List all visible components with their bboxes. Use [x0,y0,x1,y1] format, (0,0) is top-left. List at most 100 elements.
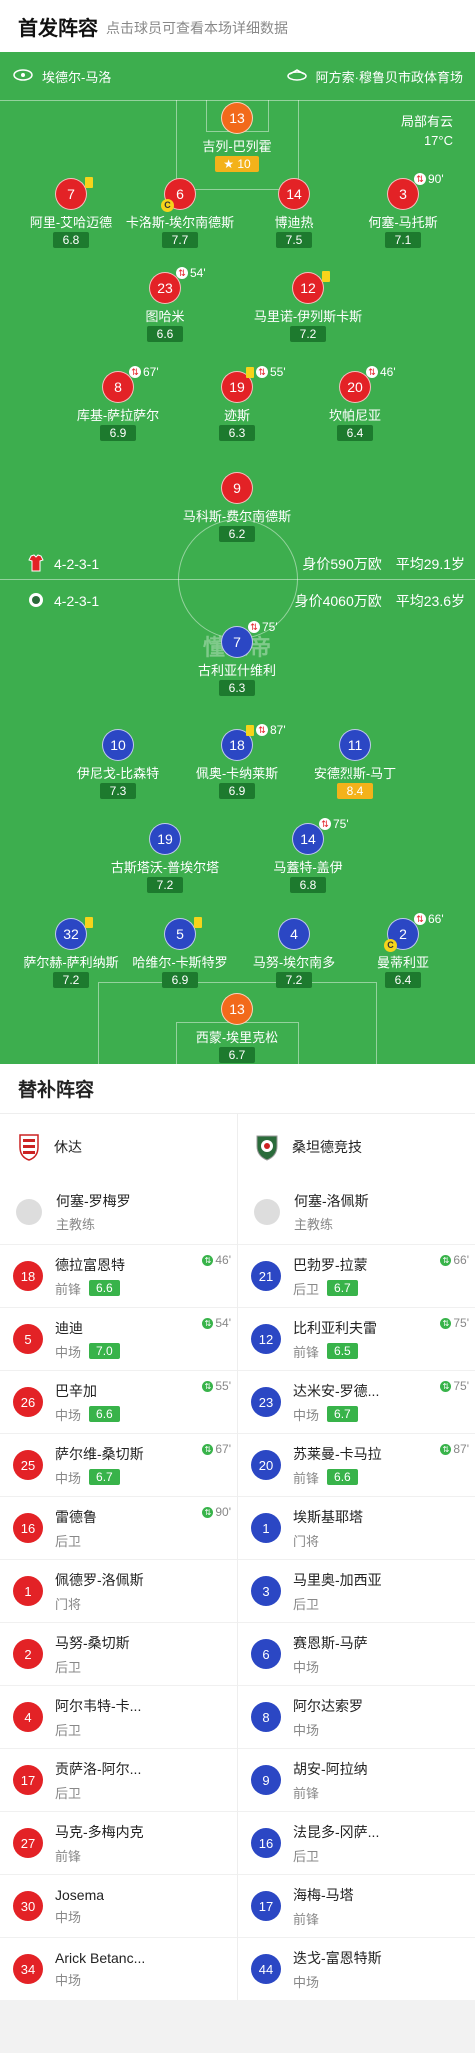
away-formation: 4-2-3-1 [54,593,100,609]
player-rating: 6.4 [337,425,373,441]
sub-player-row[interactable]: 30 Josema 中场 [0,1874,237,1937]
sub-player-name: 迭戈-富恩特斯 [293,1949,382,1966]
sub-player-name: 苏莱曼-卡马拉 [293,1445,382,1462]
home-venue-side: 埃德尔-马洛 [12,67,111,86]
player-home-am3[interactable]: 20 ⇅ 46' 坎帕尼亚 6.4 [280,365,430,442]
sub-player-name: 海梅-马塔 [293,1886,354,1903]
sub-player-row[interactable]: 17 海梅-马塔 前锋 [238,1874,475,1937]
sub-player-row[interactable]: 26 巴辛加 中场 6.6 ⇅ 55' [0,1370,237,1433]
sub-player-row[interactable]: 4 阿尔韦特-卡... 后卫 [0,1685,237,1748]
sub-badge: ⇅ 54' [176,266,206,280]
player-number: 4 [278,918,310,950]
sub-player-position: 中场 [55,1344,82,1360]
player-name: 西蒙-埃里克松 [195,1030,279,1045]
lineup-header: 首发阵容 点击球员可查看本场详细数据 [0,0,475,52]
subs-panel: 休达 何塞-罗梅罗 主教练 18 德拉富恩特 前锋 6.6 ⇅ 46' 5 迪迪 中场 7.0 ⇅ 5… [0,1114,475,2000]
coach-name: 何塞-罗梅罗 [56,1192,131,1209]
sub-player-rating: 6.5 [327,1343,358,1359]
sub-player-row[interactable]: 21 巴勃罗-拉蒙 后卫 6.7 ⇅ 66' [238,1244,475,1307]
sub-player-number: 21 [251,1261,281,1291]
away-team-name: 桑坦德竞技 [292,1138,362,1155]
sub-player-name: 雷德鲁 [55,1508,97,1525]
home-value: 身价590万欧 [302,556,382,572]
sub-player-row[interactable]: 8 阿尔达索罗 中场 [238,1685,475,1748]
player-home-rb[interactable]: 3 ⇅ 90' 何塞-马托斯 7.1 [328,172,475,249]
player-name: 马蓋特-盖伊 [273,860,343,875]
sub-player-row[interactable]: 16 法昆多-冈萨... 后卫 [238,1811,475,1874]
sub-player-number: 12 [251,1324,281,1354]
player-number: 12 [300,280,316,296]
sub-player-row[interactable]: 2 马努-桑切斯 后卫 [0,1622,237,1685]
player-rating: ★ 10 [215,156,259,172]
sub-badge: ⇅ 75' [319,817,349,831]
sub-player-row[interactable]: 44 迭戈-富恩特斯 中场 [238,1937,475,2000]
sub-player-row[interactable]: 16 雷德鲁 后卫 ⇅ 90' [0,1496,237,1559]
player-home-st[interactable]: 9 马科斯-费尔南德斯 6.2 [162,472,312,543]
player-away-rb[interactable]: 2 C ⇅ 66' 曼蒂利亚 6.4 [328,912,475,989]
sub-player-row[interactable]: 25 萨尔维-桑切斯 中场 6.7 ⇅ 67' [0,1433,237,1496]
player-away-dm2[interactable]: 14 ⇅ 75' 马蓋特-盖伊 6.8 [233,817,383,894]
sub-player-number: 18 [13,1261,43,1291]
away-coach-row[interactable]: 何塞-洛佩斯 主教练 [238,1179,475,1244]
sub-player-position: 前锋 [293,1785,320,1801]
player-name: 吉列-巴列霍 [202,139,272,154]
sub-player-row[interactable]: 9 胡安-阿拉纳 前锋 [238,1748,475,1811]
player-number: 8 [114,379,122,395]
player-away-gk[interactable]: 13 西蒙-埃里克松 6.7 [162,993,312,1064]
home-coach-row[interactable]: 何塞-罗梅罗 主教练 [0,1179,237,1244]
sub-player-row[interactable]: 20 苏莱曼-卡马拉 前锋 6.6 ⇅ 87' [238,1433,475,1496]
sub-player-row[interactable]: 3 马里奥-加西亚 后卫 [238,1559,475,1622]
sub-player-position: 前锋 [293,1344,320,1360]
player-number: 19 [149,823,181,855]
player-rating: 6.8 [53,232,89,248]
sub-player-row[interactable]: 5 迪迪 中场 7.0 ⇅ 54' [0,1307,237,1370]
player-rating: 6.8 [290,877,326,893]
sub-player-name: 迪迪 [55,1319,83,1336]
sub-player-position: 后卫 [55,1533,82,1549]
sub-player-number: 20 [251,1450,281,1480]
stadium-label: 阿方索·穆鲁贝市政体育场 [315,69,463,85]
player-number: 32 [63,926,79,942]
sub-player-name: Arick Betanc... [55,1949,146,1966]
player-number: 3 [399,186,407,202]
player-rating: 6.9 [219,783,255,799]
player-home-dm2[interactable]: 12 马里诺-伊列斯卡斯 7.2 [233,271,383,343]
player-name: 何塞-马托斯 [368,215,438,230]
sub-player-number: 27 [13,1828,43,1858]
sub-player-name: Josema [55,1886,105,1903]
player-number: 6 [176,186,184,202]
sub-player-name: 马克-多梅内克 [55,1823,144,1840]
sub-player-row[interactable]: 6 赛恩斯-马萨 中场 [238,1622,475,1685]
player-home-gk[interactable]: 13 吉列-巴列霍 ★ 10 [162,102,312,173]
sub-player-row[interactable]: 17 贡萨洛-阿尔... 后卫 [0,1748,237,1811]
sub-player-row[interactable]: 23 达米安-罗德... 中场 6.7 ⇅ 75' [238,1370,475,1433]
sub-player-name: 萨尔维-桑切斯 [55,1445,144,1462]
player-number: 5 [176,926,184,942]
sub-player-number: 16 [251,1828,281,1858]
player-number: 7 [67,186,75,202]
sub-player-row[interactable]: 1 埃斯基耶塔 门将 [238,1496,475,1559]
sub-player-number: 17 [251,1891,281,1921]
sub-player-row[interactable]: 34 Arick Betanc... 中场 [0,1937,237,2000]
player-away-dm1[interactable]: 19 古斯塔沃-普埃尔塔 7.2 [90,823,240,894]
player-away-st[interactable]: 7 ⇅ 75' 古利亚什维利 6.3 [162,620,312,697]
home-formation-row: 4-2-3-1 身价590万欧 平均29.1岁 [28,553,465,575]
player-away-am3[interactable]: 11 安德烈斯-马丁 8.4 [280,729,430,800]
yellow-card-icon [246,724,254,736]
sub-player-row[interactable]: 1 佩德罗-洛佩斯 门将 [0,1559,237,1622]
away-formation-row: 4-2-3-1 身价4060万欧 平均23.6岁 [28,590,465,612]
sub-player-row[interactable]: 12 比利亚利夫雷 前锋 6.5 ⇅ 75' [238,1307,475,1370]
sub-player-number: 44 [251,1954,281,1984]
star-icon: ★ [223,157,238,171]
player-home-dm1[interactable]: 23 ⇅ 54' 图哈米 6.6 [90,266,240,343]
player-number: 20 [347,379,363,395]
sub-player-row[interactable]: 18 德拉富恩特 前锋 6.6 ⇅ 46' [0,1244,237,1307]
sub-player-row[interactable]: 27 马克-多梅内克 前锋 [0,1811,237,1874]
coach-name: 何塞-洛佩斯 [294,1192,369,1209]
sub-player-number: 3 [251,1576,281,1606]
sub-in-time: ⇅ 55' [202,1379,231,1393]
sub-out-icon: ⇅ [248,621,260,633]
player-name: 古利亚什维利 [197,663,276,678]
yellow-card-icon [246,366,254,378]
sub-badge: ⇅ 90' [414,172,444,186]
